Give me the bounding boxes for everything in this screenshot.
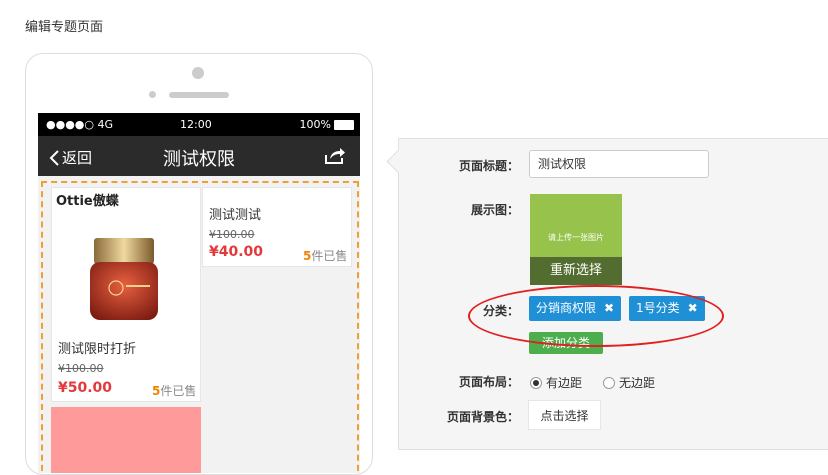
layout-option-margin[interactable]: 有边距 <box>530 374 582 391</box>
nav-bar: 返回 测试权限 <box>38 136 360 176</box>
radio-selected-icon <box>530 376 542 389</box>
reselect-button[interactable]: 重新选择 <box>530 257 622 285</box>
camera-dot <box>192 67 204 79</box>
status-time: 12:00 <box>180 118 212 131</box>
content-area: Ottie傲蝶 测试限时打折 ¥100.00 ¥50.00 5件已售 测试测试 … <box>41 181 359 473</box>
original-price: ¥100.00 <box>58 362 104 375</box>
pick-color-button[interactable]: 点击选择 <box>528 400 601 430</box>
speaker-bar <box>169 92 229 98</box>
share-icon[interactable] <box>324 147 346 165</box>
display-image-label: 展示图： <box>470 203 519 217</box>
product-name: 测试限时打折 <box>58 342 137 357</box>
page-title: 编辑专题页面 <box>25 20 104 35</box>
settings-panel: 页面标题： 测试权限 展示图： 请上传一张图片 重新选择 分类： 分销商权限 ✖ … <box>386 138 828 450</box>
product-card-placeholder[interactable] <box>51 407 201 473</box>
cream-jar-image <box>90 238 158 320</box>
product-card[interactable]: Ottie傲蝶 测试限时打折 ¥100.00 ¥50.00 5件已售 <box>51 187 201 402</box>
sold-count: 5件已售 <box>152 384 197 398</box>
nav-title: 测试权限 <box>163 149 235 170</box>
layout-option-label: 无边距 <box>619 376 656 390</box>
phone-preview-frame: ●●●●○ 4G 12:00 100% 返回 测试权限 Ottie傲蝶 测试限时… <box>25 53 373 475</box>
status-bar: ●●●●○ 4G 12:00 100% <box>38 113 360 136</box>
sale-price: ¥40.00 <box>209 244 264 260</box>
signal-text: ●●●●○ 4G <box>46 118 114 131</box>
upload-hint: 请上传一张图片 <box>548 233 604 242</box>
radio-unselected-icon <box>603 376 615 389</box>
layout-option-no-margin[interactable]: 无边距 <box>603 374 655 391</box>
layout-option-label: 有边距 <box>546 376 583 390</box>
page-bg-label: 页面背景色： <box>446 410 519 424</box>
battery-text: 100% <box>299 118 331 131</box>
page-title-label: 页面标题： <box>458 159 519 173</box>
battery-status: 100% <box>300 118 354 131</box>
phone-screen: ●●●●○ 4G 12:00 100% 返回 测试权限 Ottie傲蝶 测试限时… <box>38 113 360 473</box>
annotation-ellipse <box>468 285 724 347</box>
product-card[interactable]: 测试测试 ¥100.00 ¥40.00 5件已售 <box>202 187 352 267</box>
product-name: 测试测试 <box>209 208 262 223</box>
brand-logo: Ottie傲蝶 <box>56 194 119 209</box>
display-image-upload[interactable]: 请上传一张图片 重新选择 <box>530 194 622 285</box>
sold-count: 5件已售 <box>303 249 348 263</box>
sale-price: ¥50.00 <box>58 380 113 396</box>
page-title-input[interactable]: 测试权限 <box>529 150 709 178</box>
page-layout-label: 页面布局： <box>458 375 519 389</box>
sensor-dot <box>149 91 156 98</box>
original-price: ¥100.00 <box>209 228 255 241</box>
battery-icon <box>334 119 354 130</box>
